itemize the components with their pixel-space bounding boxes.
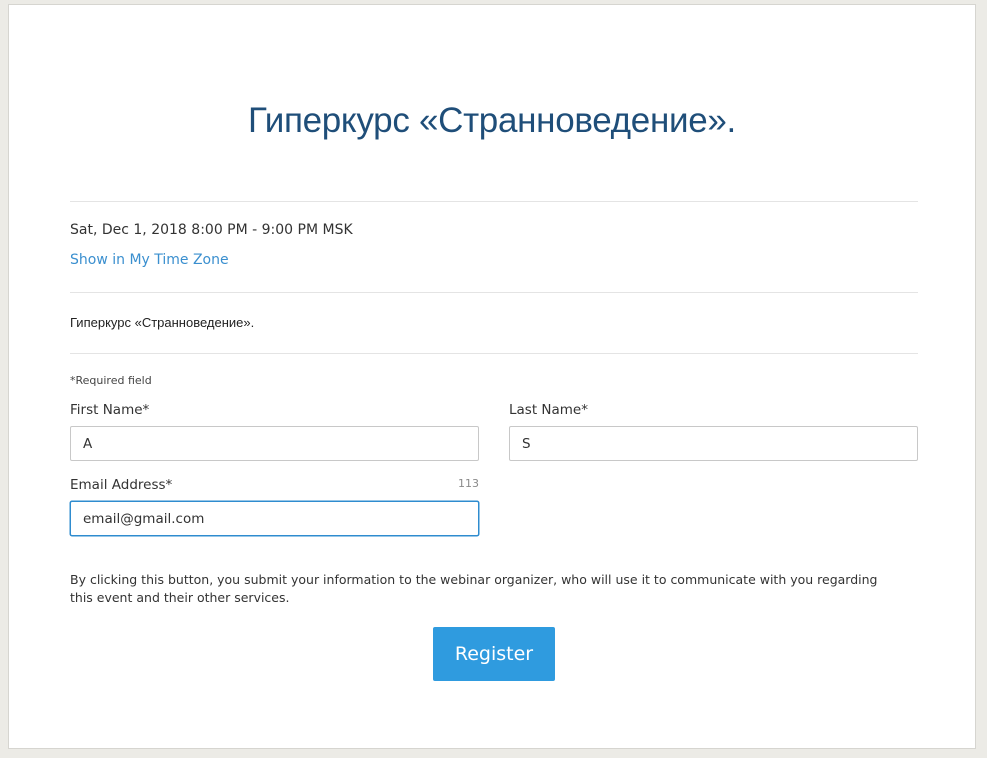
last-name-label: Last Name* bbox=[509, 402, 588, 418]
divider bbox=[70, 292, 918, 293]
required-field-note: *Required field bbox=[70, 374, 152, 387]
event-description: Гиперкурс «Странноведение». bbox=[70, 315, 255, 330]
consent-text: By clicking this button, you submit your… bbox=[70, 572, 878, 605]
first-name-label: First Name* bbox=[70, 402, 150, 418]
event-datetime: Sat, Dec 1, 2018 8:00 PM - 9:00 PM MSK bbox=[70, 222, 353, 238]
email-label: Email Address* bbox=[70, 477, 173, 493]
last-name-field[interactable] bbox=[509, 426, 918, 461]
registration-card: Гиперкурс «Странноведение». Sat, Dec 1, … bbox=[8, 4, 976, 749]
show-in-my-time-zone-link[interactable]: Show in My Time Zone bbox=[70, 252, 229, 268]
email-character-counter: 113 bbox=[458, 477, 479, 490]
email-field[interactable] bbox=[70, 501, 479, 536]
event-title: Гиперкурс «Странноведение». bbox=[248, 101, 736, 140]
divider bbox=[70, 201, 918, 202]
register-button[interactable]: Register bbox=[433, 627, 555, 681]
first-name-field[interactable] bbox=[70, 426, 479, 461]
divider bbox=[70, 353, 918, 354]
